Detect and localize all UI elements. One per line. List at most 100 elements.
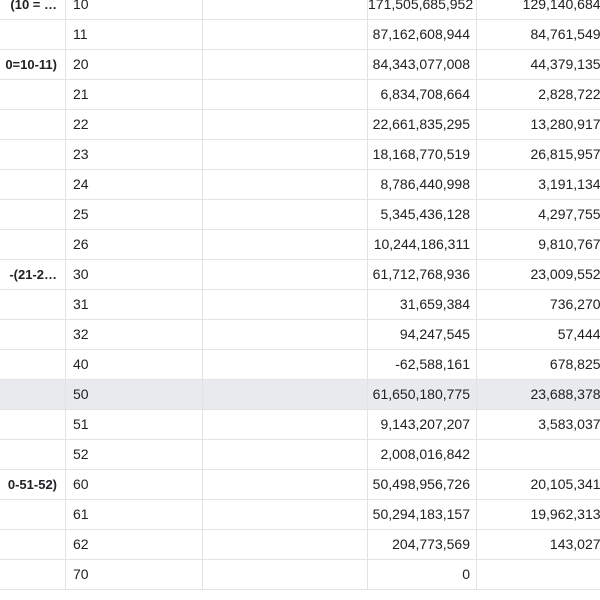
empty-cell[interactable] bbox=[203, 80, 368, 109]
empty-cell[interactable] bbox=[203, 560, 368, 589]
prior-value-cell[interactable]: 13,280,917,22 bbox=[477, 110, 600, 139]
row-label-cell[interactable] bbox=[0, 110, 66, 139]
row-label-cell[interactable] bbox=[0, 560, 66, 589]
table-row[interactable]: 11 87,162,608,94484,761,549,25 bbox=[0, 20, 600, 50]
empty-cell[interactable] bbox=[203, 320, 368, 349]
current-value-cell[interactable]: 22,661,835,295 bbox=[368, 110, 477, 139]
table-row[interactable]: 21 6,834,708,6642,828,722,63 bbox=[0, 80, 600, 110]
prior-value-cell[interactable]: 23,688,378,07 bbox=[477, 380, 600, 409]
empty-cell[interactable] bbox=[203, 410, 368, 439]
empty-cell[interactable] bbox=[203, 170, 368, 199]
code-cell[interactable]: 20 bbox=[66, 50, 203, 79]
prior-value-cell[interactable]: 44,379,135,54 bbox=[477, 50, 600, 79]
code-cell[interactable]: 24 bbox=[66, 170, 203, 199]
table-row[interactable]: 25 5,345,436,1284,297,755,50 bbox=[0, 200, 600, 230]
current-value-cell[interactable]: 87,162,608,944 bbox=[368, 20, 477, 49]
prior-value-cell[interactable]: 23,009,552,51 bbox=[477, 260, 600, 289]
prior-value-cell[interactable]: 2,828,722,63 bbox=[477, 80, 600, 109]
code-cell[interactable]: 70 bbox=[66, 560, 203, 589]
current-value-cell[interactable]: 18,168,770,519 bbox=[368, 140, 477, 169]
current-value-cell[interactable]: 94,247,545 bbox=[368, 320, 477, 349]
empty-cell[interactable] bbox=[203, 0, 368, 19]
current-value-cell[interactable]: 61,650,180,775 bbox=[368, 380, 477, 409]
table-row[interactable]: 22 22,661,835,29513,280,917,22 bbox=[0, 110, 600, 140]
code-cell[interactable]: 40 bbox=[66, 350, 203, 379]
code-cell[interactable]: 50 bbox=[66, 380, 203, 409]
current-value-cell[interactable]: 50,294,183,157 bbox=[368, 500, 477, 529]
empty-cell[interactable] bbox=[203, 260, 368, 289]
table-row[interactable]: 0-51-52)60 50,498,956,72620,105,341,06 bbox=[0, 470, 600, 500]
prior-value-cell[interactable] bbox=[477, 560, 600, 589]
code-cell[interactable]: 10 bbox=[66, 0, 203, 19]
table-row[interactable]: 51 9,143,207,2073,583,037,00 bbox=[0, 410, 600, 440]
table-row[interactable]: 32 94,247,54557,444,50 bbox=[0, 320, 600, 350]
code-cell[interactable]: 21 bbox=[66, 80, 203, 109]
empty-cell[interactable] bbox=[203, 110, 368, 139]
prior-value-cell[interactable]: 3,583,037,00 bbox=[477, 410, 600, 439]
row-label-cell[interactable] bbox=[0, 350, 66, 379]
prior-value-cell[interactable]: 736,270,05 bbox=[477, 290, 600, 319]
code-cell[interactable]: 32 bbox=[66, 320, 203, 349]
table-row[interactable]: 24 8,786,440,9983,191,134,26 bbox=[0, 170, 600, 200]
prior-value-cell[interactable] bbox=[477, 440, 600, 469]
row-label-cell[interactable] bbox=[0, 500, 66, 529]
row-label-cell[interactable] bbox=[0, 440, 66, 469]
empty-cell[interactable] bbox=[203, 20, 368, 49]
code-cell[interactable]: 23 bbox=[66, 140, 203, 169]
row-label-cell[interactable] bbox=[0, 410, 66, 439]
table-row[interactable]: (10 = …10 171,505,685,952129,140,684,79 bbox=[0, 0, 600, 20]
code-cell[interactable]: 25 bbox=[66, 200, 203, 229]
current-value-cell[interactable]: 10,244,186,311 bbox=[368, 230, 477, 259]
code-cell[interactable]: 52 bbox=[66, 440, 203, 469]
row-label-cell[interactable] bbox=[0, 200, 66, 229]
prior-value-cell[interactable]: 57,444,50 bbox=[477, 320, 600, 349]
prior-value-cell[interactable]: 26,815,957,52 bbox=[477, 140, 600, 169]
code-cell[interactable]: 62 bbox=[66, 530, 203, 559]
code-cell[interactable]: 61 bbox=[66, 500, 203, 529]
prior-value-cell[interactable]: 9,810,767,20 bbox=[477, 230, 600, 259]
row-label-cell[interactable] bbox=[0, 170, 66, 199]
row-label-cell[interactable] bbox=[0, 20, 66, 49]
row-label-cell[interactable] bbox=[0, 80, 66, 109]
row-label-cell[interactable] bbox=[0, 140, 66, 169]
current-value-cell[interactable]: 6,834,708,664 bbox=[368, 80, 477, 109]
current-value-cell[interactable]: 0 bbox=[368, 560, 477, 589]
table-row[interactable]: 50 61,650,180,77523,688,378,07 bbox=[0, 380, 600, 410]
prior-value-cell[interactable]: 3,191,134,26 bbox=[477, 170, 600, 199]
code-cell[interactable]: 26 bbox=[66, 230, 203, 259]
table-row[interactable]: 0=10-11)20 84,343,077,00844,379,135,54 bbox=[0, 50, 600, 80]
row-label-cell[interactable]: (10 = … bbox=[0, 0, 66, 19]
prior-value-cell[interactable]: 19,962,313,35 bbox=[477, 500, 600, 529]
row-label-cell[interactable]: 0-51-52) bbox=[0, 470, 66, 499]
row-label-cell[interactable] bbox=[0, 290, 66, 319]
code-cell[interactable]: 11 bbox=[66, 20, 203, 49]
prior-value-cell[interactable]: 4,297,755,50 bbox=[477, 200, 600, 229]
prior-value-cell[interactable]: 129,140,684,79 bbox=[477, 0, 600, 19]
empty-cell[interactable] bbox=[203, 200, 368, 229]
table-row[interactable]: 31 31,659,384736,270,05 bbox=[0, 290, 600, 320]
current-value-cell[interactable]: 204,773,569 bbox=[368, 530, 477, 559]
prior-value-cell[interactable]: 20,105,341,06 bbox=[477, 470, 600, 499]
row-label-cell[interactable] bbox=[0, 530, 66, 559]
table-row[interactable]: 40 -62,588,161678,825,55 bbox=[0, 350, 600, 380]
empty-cell[interactable] bbox=[203, 530, 368, 559]
code-cell[interactable]: 60 bbox=[66, 470, 203, 499]
empty-cell[interactable] bbox=[203, 380, 368, 409]
current-value-cell[interactable]: 2,008,016,842 bbox=[368, 440, 477, 469]
table-row[interactable]: -(21-2…30 61,712,768,93623,009,552,51 bbox=[0, 260, 600, 290]
code-cell[interactable]: 30 bbox=[66, 260, 203, 289]
code-cell[interactable]: 22 bbox=[66, 110, 203, 139]
row-label-cell[interactable] bbox=[0, 380, 66, 409]
empty-cell[interactable] bbox=[203, 350, 368, 379]
current-value-cell[interactable]: 31,659,384 bbox=[368, 290, 477, 319]
current-value-cell[interactable]: 8,786,440,998 bbox=[368, 170, 477, 199]
row-label-cell[interactable] bbox=[0, 230, 66, 259]
empty-cell[interactable] bbox=[203, 290, 368, 319]
current-value-cell[interactable]: 5,345,436,128 bbox=[368, 200, 477, 229]
current-value-cell[interactable]: 84,343,077,008 bbox=[368, 50, 477, 79]
current-value-cell[interactable]: 50,498,956,726 bbox=[368, 470, 477, 499]
table-row[interactable]: 70 0 bbox=[0, 560, 600, 590]
empty-cell[interactable] bbox=[203, 230, 368, 259]
prior-value-cell[interactable]: 84,761,549,25 bbox=[477, 20, 600, 49]
current-value-cell[interactable]: 9,143,207,207 bbox=[368, 410, 477, 439]
